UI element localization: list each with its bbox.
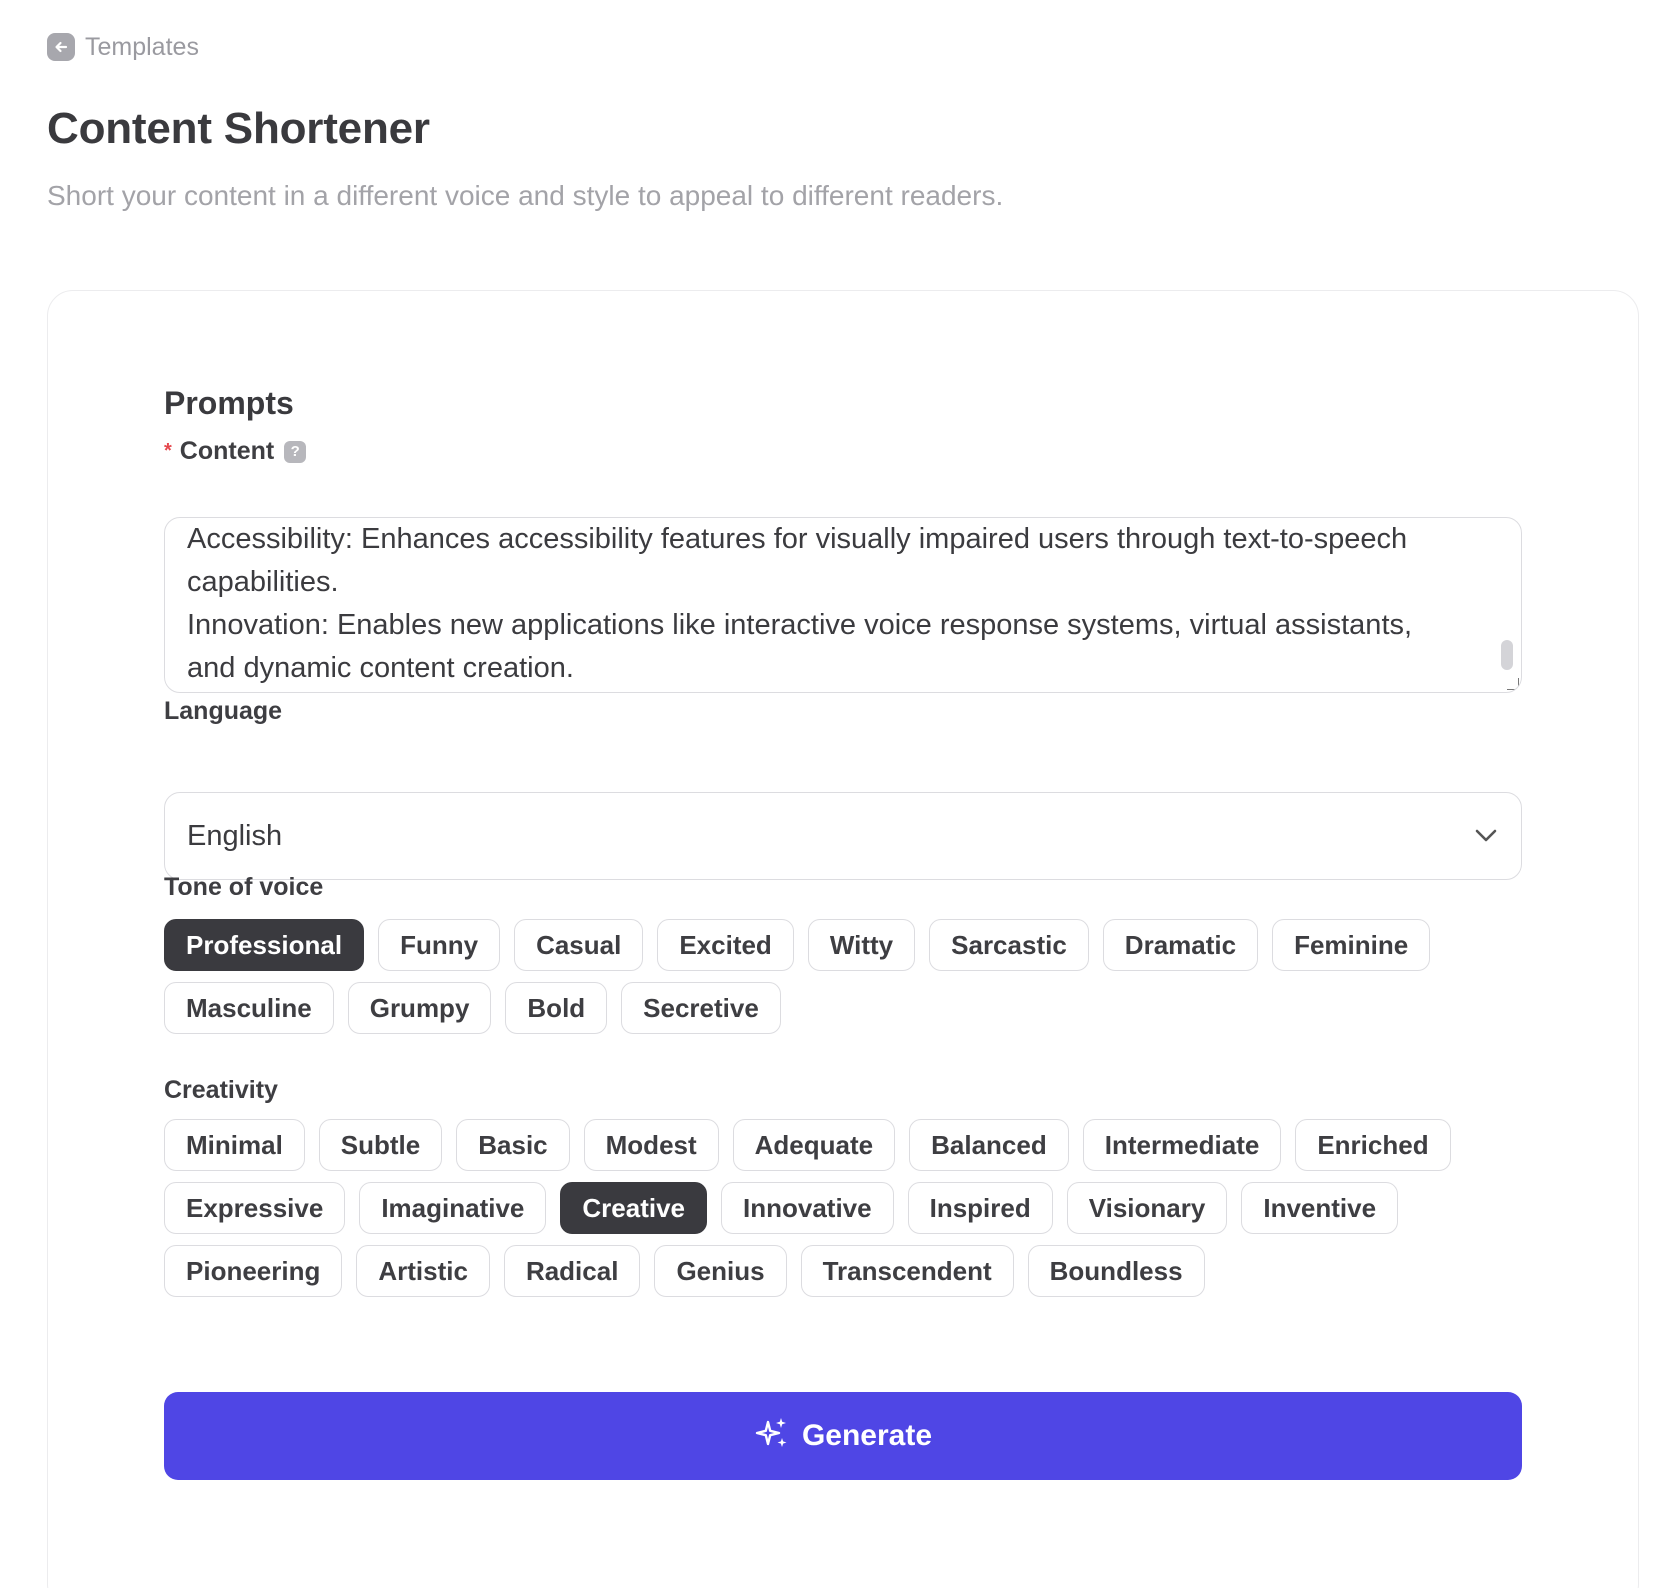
tone-option-casual[interactable]: Casual [514, 919, 644, 971]
resize-handle-icon[interactable] [1507, 678, 1519, 690]
creativity-option-genius[interactable]: Genius [654, 1245, 787, 1297]
creativity-chip-row: Pioneering Artistic Radical Genius Transcend… [164, 1245, 1205, 1297]
creativity-option-imaginative[interactable]: Imaginative [359, 1182, 547, 1234]
creativity-chip-row: Minimal Subtle Basic Modest Adequate Balanced… [164, 1119, 1451, 1171]
tone-chip-row: Professional Funny Casual Excited Witty Sarca… [164, 919, 1431, 971]
required-marker: * [164, 440, 172, 462]
tone-chip-row: Masculine Grumpy Bold Secretive [164, 982, 781, 1034]
content-textarea[interactable]: Accessibility: Enhances accessibility fe… [164, 517, 1522, 693]
tone-option-secretive[interactable]: Secretive [621, 982, 781, 1034]
generate-button-label: Generate [801, 1419, 933, 1452]
creativity-option-inventive[interactable]: Inventive [1241, 1182, 1399, 1234]
creativity-option-transcendent[interactable]: Transcendent [800, 1245, 1014, 1297]
language-selected-value: English [187, 819, 283, 852]
back-to-templates-link[interactable]: Templates [47, 32, 199, 62]
creativity-option-balanced[interactable]: Balanced [909, 1119, 1069, 1171]
page-subtitle: Short your content in a different voice … [47, 180, 1004, 211]
content-field-label: * Content ? [164, 437, 307, 466]
creativity-option-inspired[interactable]: Inspired [907, 1182, 1053, 1234]
generate-button[interactable]: Generate [164, 1392, 1522, 1480]
tone-option-bold[interactable]: Bold [505, 982, 608, 1034]
creativity-option-innovative[interactable]: Innovative [721, 1182, 894, 1234]
back-link-label: Templates [85, 32, 199, 61]
prompt-form-card: Prompts * Content ? Accessibility: Enhan… [47, 290, 1639, 1588]
help-icon[interactable]: ? [284, 440, 307, 463]
tone-option-dramatic[interactable]: Dramatic [1102, 919, 1259, 971]
language-field-label: Language [164, 697, 282, 726]
creativity-option-boundless[interactable]: Boundless [1027, 1245, 1205, 1297]
tone-option-grumpy[interactable]: Grumpy [347, 982, 492, 1034]
creativity-chip-row: Expressive Imaginative Creative Innovative I… [164, 1182, 1399, 1234]
tone-label-text: Tone of voice [164, 873, 324, 901]
tone-option-masculine[interactable]: Masculine [164, 982, 334, 1034]
language-label-text: Language [164, 697, 283, 725]
tone-option-funny[interactable]: Funny [378, 919, 501, 971]
tone-option-witty[interactable]: Witty [807, 919, 916, 971]
tone-field-label: Tone of voice [164, 873, 323, 902]
creativity-option-radical[interactable]: Radical [503, 1245, 641, 1297]
creativity-option-minimal[interactable]: Minimal [164, 1119, 305, 1171]
creativity-option-intermediate[interactable]: Intermediate [1082, 1119, 1282, 1171]
tone-option-feminine[interactable]: Feminine [1272, 919, 1431, 971]
creativity-option-creative[interactable]: Creative [560, 1182, 708, 1234]
creativity-option-modest[interactable]: Modest [583, 1119, 719, 1171]
creativity-option-basic[interactable]: Basic [456, 1119, 570, 1171]
creativity-option-artistic[interactable]: Artistic [356, 1245, 490, 1297]
creativity-option-visionary[interactable]: Visionary [1066, 1182, 1228, 1234]
language-select[interactable]: English [164, 792, 1522, 880]
page-title: Content Shortener [47, 104, 430, 153]
chevron-down-icon [1473, 823, 1499, 849]
creativity-option-expressive[interactable]: Expressive [164, 1182, 346, 1234]
content-label-text: Content [179, 437, 275, 465]
section-title: Prompts [164, 385, 294, 421]
tone-option-professional[interactable]: Professional [164, 919, 365, 971]
creativity-option-adequate[interactable]: Adequate [732, 1119, 896, 1171]
tone-option-excited[interactable]: Excited [657, 919, 794, 971]
sparkles-icon [754, 1416, 790, 1457]
creativity-option-pioneering[interactable]: Pioneering [164, 1245, 343, 1297]
content-textarea-value: Accessibility: Enhances accessibility fe… [187, 523, 1413, 684]
tone-option-sarcastic[interactable]: Sarcastic [929, 919, 1089, 971]
creativity-field-label: Creativity [164, 1076, 278, 1105]
creativity-option-subtle[interactable]: Subtle [318, 1119, 443, 1171]
arrow-left-icon [47, 33, 75, 61]
creativity-label-text: Creativity [164, 1076, 278, 1104]
creativity-option-enriched[interactable]: Enriched [1295, 1119, 1451, 1171]
textarea-scrollbar[interactable] [1501, 640, 1513, 670]
